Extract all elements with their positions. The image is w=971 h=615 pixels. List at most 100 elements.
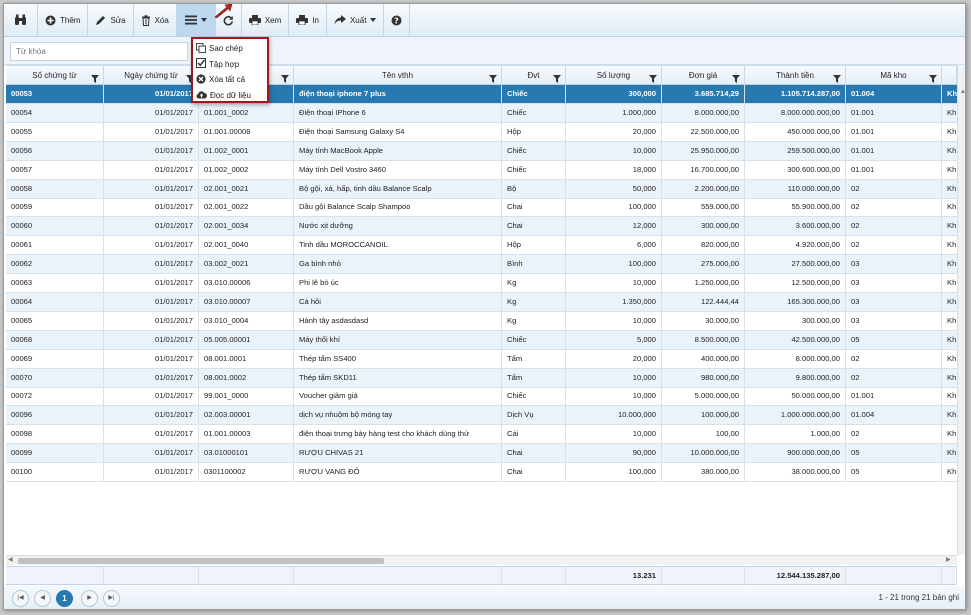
table-row[interactable]: 00059 01/01/2017 02.001_0022 Dầu gội Balanc… xyxy=(6,198,957,218)
edit-button[interactable]: Sửa xyxy=(88,4,134,36)
table-row[interactable]: 00100 01/01/2017 0301100002 RƯỢU VANG ĐỎ Cha… xyxy=(6,463,957,482)
column-header-label: Tên vthh xyxy=(381,71,414,80)
help-button[interactable]: ? xyxy=(384,4,411,36)
column-header-ngay-chung-tu[interactable]: Ngày chứng từ xyxy=(104,66,199,85)
caret-down-icon xyxy=(370,18,377,22)
cell-ngay-chung-tu: 01/01/2017 xyxy=(104,236,199,255)
table-row[interactable]: 00096 01/01/2017 02.003.00001 dịch vụ nhuộm… xyxy=(6,406,957,426)
table-row[interactable]: 00098 01/01/2017 01.001.00003 điện thoại tr… xyxy=(6,425,957,445)
cell-don-gia: 8.500.000,00 xyxy=(662,330,745,349)
print-button[interactable]: In xyxy=(289,4,327,36)
next-page-button[interactable]: ▶ xyxy=(81,590,98,607)
cell-so-chung-tu: 00059 xyxy=(6,198,104,217)
cell-so-luong: 10,000 xyxy=(566,387,662,406)
table-row[interactable]: 00053 01/01/2017 điện thoại iphone 7 plus C… xyxy=(6,85,957,104)
cell-so-chung-tu: 00070 xyxy=(6,368,104,387)
cell-ma-kho: 02 xyxy=(846,349,942,368)
table-row[interactable]: 00062 01/01/2017 03.002_0021 Ga bình nhỏ Bìn… xyxy=(6,255,957,275)
cell-dvt: Chai xyxy=(502,444,566,463)
menu-item-read-data[interactable]: Đọc dữ liệu xyxy=(196,88,264,104)
menu-item-delete-all[interactable]: Xóa tất cả xyxy=(196,72,264,88)
grid-body: 00053 01/01/2017 điện thoại iphone 7 plus C… xyxy=(6,85,957,555)
table-row[interactable]: 00055 01/01/2017 01.001.00008 Điện thoại Sa… xyxy=(6,122,957,142)
table-row[interactable]: 00072 01/01/2017 99.001_0000 Voucher giảm g… xyxy=(6,387,957,407)
table-row[interactable]: 00056 01/01/2017 01.002_0001 Máy tính MacBo… xyxy=(6,141,957,161)
table-row[interactable]: 00065 01/01/2017 03.010_0004 Hành tây asdas… xyxy=(6,311,957,331)
scroll-left-icon[interactable]: ◀ xyxy=(8,556,13,563)
cell-thanh-tien: 165.300.000,00 xyxy=(745,292,846,311)
column-header-so-chung-tu[interactable]: Số chứng từ xyxy=(6,66,104,85)
view-button[interactable]: Xem xyxy=(242,4,290,36)
cell-dvt: Kg xyxy=(502,311,566,330)
table-row[interactable]: 00060 01/01/2017 02.001_0034 Nước xịt dưỡng… xyxy=(6,217,957,237)
cell-ma-vthh: 01.002_0002 xyxy=(199,160,294,179)
menu-item-label: Tập hợp xyxy=(209,59,240,69)
cell-so-luong: 10.000,000 xyxy=(566,406,662,425)
cell-so-luong: 12,000 xyxy=(566,217,662,236)
more-menu-button[interactable] xyxy=(176,4,216,36)
cell-dvt: Bình xyxy=(502,255,566,274)
table-row[interactable]: 00070 01/01/2017 08.001.0002 Thép tấm SKD11… xyxy=(6,368,957,388)
cell-dvt: Tấm xyxy=(502,349,566,368)
table-row[interactable]: 00054 01/01/2017 01.001_0002 Điện thoại IPh… xyxy=(6,103,957,123)
horizontal-scrollbar[interactable]: ◀ ▶ xyxy=(6,555,957,565)
table-row[interactable]: 00057 01/01/2017 01.002_0002 Máy tính Dell … xyxy=(6,160,957,180)
add-button[interactable]: Thêm xyxy=(38,4,89,36)
table-row[interactable]: 00063 01/01/2017 03.010.00006 Phi lê bò úc K… xyxy=(6,274,957,293)
table-row[interactable]: 00058 01/01/2017 02.001_0021 Bộ gội, xả, hấ… xyxy=(6,179,957,199)
help-icon: ? xyxy=(391,15,402,26)
cell-ma-kho: 03 xyxy=(846,255,942,274)
column-header-label: Thành tiền xyxy=(776,71,814,80)
cell-so-luong: 100,000 xyxy=(566,198,662,217)
column-header-dvt[interactable]: Đvt xyxy=(502,66,566,85)
cell-don-gia: 400.000,00 xyxy=(662,349,745,368)
cell-ma-kho: 02 xyxy=(846,425,942,444)
table-row[interactable]: 00099 01/01/2017 03.01000101 RƯỢU CHIVAS 21… xyxy=(6,444,957,464)
cell-so-chung-tu: 00056 xyxy=(6,141,104,160)
cell-dvt: Chiếc xyxy=(502,85,566,103)
table-row[interactable]: 00069 01/01/2017 08.001.0001 Thép tấm SS400… xyxy=(6,349,957,369)
scroll-up-icon[interactable]: ▲ xyxy=(960,89,965,95)
cell-dvt: Chiếc xyxy=(502,103,566,122)
cell-don-gia: 559.000,00 xyxy=(662,198,745,217)
export-button[interactable]: Xuất xyxy=(327,4,385,36)
delete-button[interactable]: Xóa xyxy=(134,4,177,36)
cell-dvt: Kg xyxy=(502,292,566,311)
menu-item-label: Đọc dữ liệu xyxy=(210,90,251,100)
cell-dvt: Kg xyxy=(502,274,566,292)
current-page-button[interactable]: 1 xyxy=(56,590,73,607)
prev-page-button[interactable]: ◀ xyxy=(34,590,51,607)
cell-don-gia: 22.500.000,00 xyxy=(662,122,745,141)
cell-thanh-tien: 1.105.714.287,00 xyxy=(745,85,846,103)
column-header-ten-vthh[interactable]: Tên vthh xyxy=(294,66,502,85)
binoculars-button[interactable] xyxy=(4,4,38,36)
column-header-don-gia[interactable]: Đơn giá xyxy=(662,66,745,85)
table-row[interactable]: 00068 01/01/2017 05.005.00001 Máy thổi khí C… xyxy=(6,330,957,350)
column-header-so-luong[interactable]: Số lượng xyxy=(566,66,662,85)
cell-ma-vthh: 03.010_0004 xyxy=(199,311,294,330)
horizontal-scroll-thumb[interactable] xyxy=(18,558,384,564)
cell-so-chung-tu: 00098 xyxy=(6,425,104,444)
first-page-button[interactable]: |◀ xyxy=(12,590,29,607)
cell-ten-vthh: Cá hồi xyxy=(294,292,502,311)
search-input[interactable] xyxy=(10,42,188,61)
scroll-right-icon[interactable]: ▶ xyxy=(946,556,951,563)
table-row[interactable]: 00064 01/01/2017 03.010.00007 Cá hồi Kg 1.350… xyxy=(6,292,957,312)
menu-item-label: Sao chép xyxy=(209,44,243,54)
cell-ngay-chung-tu: 01/01/2017 xyxy=(104,406,199,425)
column-header-thanh-tien[interactable]: Thành tiền xyxy=(745,66,846,85)
column-header-ma-kho[interactable]: Mã kho xyxy=(846,66,942,85)
cell-ten-vthh: Dầu gội Balance Scalp Shampoo xyxy=(294,198,502,217)
vertical-scrollbar[interactable]: ▲ xyxy=(957,85,965,555)
menu-item-copy[interactable]: Sao chép xyxy=(196,41,264,57)
cell-ngay-chung-tu: 01/01/2017 xyxy=(104,425,199,444)
last-page-button[interactable]: ▶| xyxy=(103,590,120,607)
cell-ma-kho: 05 xyxy=(846,444,942,463)
cell-ten-vthh: Hành tây asdasdasd xyxy=(294,311,502,330)
table-row[interactable]: 00061 01/01/2017 02.001_0040 Tinh dầu MOROC… xyxy=(6,236,957,256)
cell-ma-vthh: 01.001.00003 xyxy=(199,425,294,444)
column-header-kho[interactable] xyxy=(942,66,957,85)
header-scroll-corner xyxy=(957,65,965,85)
menu-item-collect[interactable]: Tập hợp xyxy=(196,57,264,73)
cell-so-luong: 50,000 xyxy=(566,179,662,198)
